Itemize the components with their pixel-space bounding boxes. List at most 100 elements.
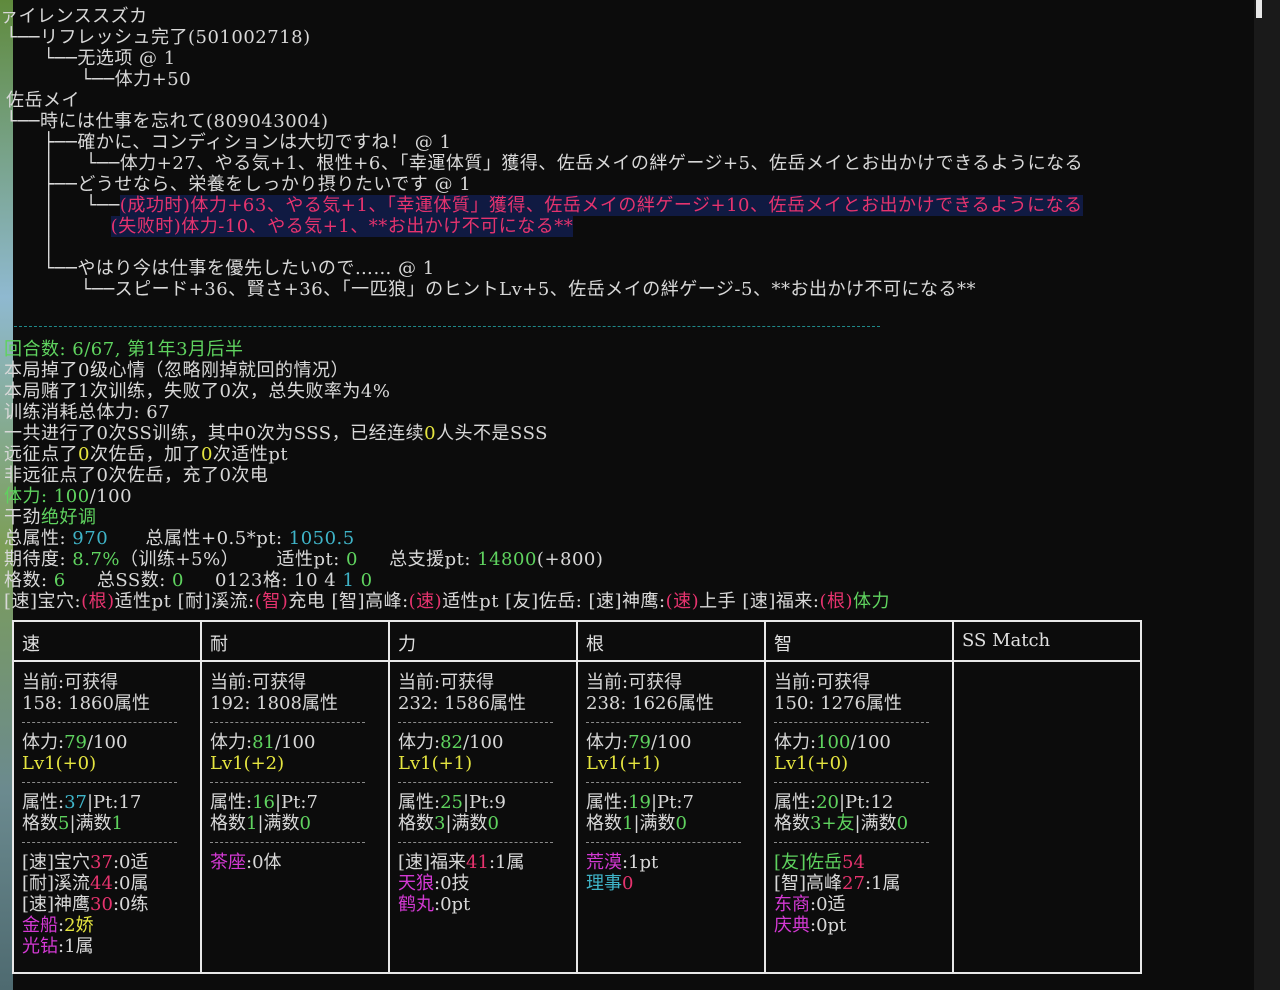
text-segment: │ <box>6 237 55 258</box>
column-header-label: 力 <box>398 634 416 655</box>
text-segment: 1 <box>342 570 355 591</box>
text-segment: └──リフレッシュ完了(501002718) <box>6 27 311 48</box>
text-segment: Lv1(+0) <box>774 753 849 774</box>
cell-divider <box>398 842 553 843</box>
cell-divider <box>22 842 177 843</box>
text-segment: |满数 <box>257 813 300 834</box>
text-segment: |Pt:9 <box>462 792 506 813</box>
text-segment: [速]宝穴 <box>22 852 91 873</box>
text-segment: (智) <box>254 591 289 612</box>
cell-attr-block: 属性:16|Pt:7 格数1|满数0 <box>210 792 388 834</box>
cell-divider <box>210 722 365 723</box>
text-segment: ├──どうせなら、栄養をしっかり摂りたいです @ 1 <box>6 174 472 195</box>
text-segment: (失败时)体力-10、やる気+1、**お出かけ不可になる** <box>110 216 574 237</box>
cell-gain-block: 当前:可获得 158: 1860属性 <box>22 672 200 714</box>
text-segment: 总SS数: <box>65 570 172 591</box>
cell-line: [耐]溪流44:0属 <box>22 873 200 894</box>
cell-gain-block: 当前:可获得 150: 1276属性 <box>774 672 952 714</box>
cell-line: 金船:2娇 <box>22 915 200 936</box>
cell-attr-block: 属性:20|Pt:12 格数3+友|满数0 <box>774 792 952 834</box>
status-line: 本局掉了0级心情（忽略刚掉就回的情况） <box>4 360 349 381</box>
status-line: [速]宝穴:(根)适性pt [耐]溪流:(智)充电 [智]高峰:(速)适性pt … <box>4 591 890 612</box>
text-segment: 79 <box>628 732 651 753</box>
text-segment: (速) <box>665 591 700 612</box>
cell-line: 属性:19|Pt:7 <box>586 792 764 813</box>
cell-line: 232: 1586属性 <box>398 693 576 714</box>
training-cell: 当前:可获得 232: 1586属性 体力:82/100 Lv1(+1) 属性:25|P… <box>388 660 578 974</box>
text-segment: 0123格: 10 4 <box>183 570 343 591</box>
text-segment: 2娇 <box>64 915 94 936</box>
text-segment: 3 <box>434 813 446 834</box>
text-segment: 佐岳メイ <box>6 90 80 111</box>
cell-attr-block: 属性:37|Pt:17 格数5|满数1 <box>22 792 200 834</box>
cell-line: [速]福来41:1属 <box>398 852 576 873</box>
text-segment: 体力: <box>586 732 629 753</box>
text-segment: |Pt:7 <box>274 792 318 813</box>
text-segment: 充电 [智]高峰: <box>288 591 409 612</box>
text-segment: 总属性: <box>4 528 73 549</box>
column-header-label: 智 <box>774 634 792 655</box>
text-segment: [智]高峰 <box>774 873 843 894</box>
text-segment: 0 <box>299 813 311 834</box>
text-segment: (速) <box>408 591 443 612</box>
text-segment: 体力: <box>398 732 441 753</box>
cell-line: 体力:100/100 <box>774 732 952 753</box>
text-segment: Lv1(+1) <box>398 753 473 774</box>
text-segment: [速]福来 <box>398 852 467 873</box>
text-segment: 81 <box>252 732 275 753</box>
text-segment: 79 <box>64 732 87 753</box>
cell-line: [速]宝穴37:0适 <box>22 852 200 873</box>
scrollbar-thumb[interactable] <box>1256 0 1262 18</box>
text-segment: 格数 <box>210 813 246 834</box>
status-line: 本局赌了1次训练，失败了0次，总失败率为4% <box>4 381 390 402</box>
cell-line: 238: 1626属性 <box>586 693 764 714</box>
text-segment: 光钻 <box>22 936 58 957</box>
status-line: 远征点了0次佐岳，加了0次适性pt <box>4 444 288 465</box>
window-scrollbar[interactable] <box>1254 0 1280 990</box>
text-segment: └──やはり今は仕事を優先したいので…… @ 1 <box>6 258 435 279</box>
event-log-line: └──リフレッシュ完了(501002718) <box>6 27 311 48</box>
text-segment: 适性pt [友]佐岳: [速]神鹰: <box>442 591 666 612</box>
text-segment: Lv1(+1) <box>586 753 661 774</box>
text-segment: 荒漠 <box>586 852 622 873</box>
text-segment: 37 <box>90 852 113 873</box>
event-log-line: └──体力+50 <box>6 69 191 90</box>
text-segment: |满数 <box>69 813 112 834</box>
text-segment: 当前:可获得 <box>774 672 871 693</box>
text-segment: └──時には仕事を忘れて(809043004) <box>6 111 329 132</box>
event-log-line: ├──どうせなら、栄養をしっかり摂りたいです @ 1 <box>6 174 471 195</box>
text-segment: 次佐岳，加了 <box>89 444 201 465</box>
status-line: 训练消耗总体力: 67 <box>4 402 170 423</box>
text-segment: 27 <box>842 873 865 894</box>
text-segment: 20 <box>816 792 839 813</box>
cell-divider <box>210 842 365 843</box>
cell-support-block: 荒漠:1pt 理事0 <box>586 852 764 894</box>
text-segment: 16 <box>252 792 275 813</box>
cell-line: 158: 1860属性 <box>22 693 200 714</box>
event-log-line: ├──確かに、コンディションは大切ですね！ @ 1 <box>6 132 451 153</box>
event-log-line: └──時には仕事を忘れて(809043004) <box>6 111 329 132</box>
text-segment: |Pt:7 <box>650 792 694 813</box>
column-header: 耐 <box>200 620 390 662</box>
training-cell: 当前:可获得 238: 1626属性 体力:79/100 Lv1(+1) 属性:19|P… <box>576 660 766 974</box>
text-segment: /100 <box>650 732 692 753</box>
text-segment: 次适性pt <box>212 444 289 465</box>
text-segment: 体力 <box>853 591 891 612</box>
text-segment: 158: 1860属性 <box>22 693 150 714</box>
column-header-label: SS Match <box>962 630 1051 651</box>
text-segment: 100 <box>53 486 90 507</box>
event-log-line: │ (失败时)体力-10、やる気+1、**お出かけ不可になる** <box>6 216 574 237</box>
text-segment: /100 <box>274 732 316 753</box>
text-segment: 1050.5 <box>288 528 355 549</box>
text-segment: 1 <box>111 813 123 834</box>
text-segment: 天狼 <box>398 873 434 894</box>
text-segment: :1属 <box>58 936 94 957</box>
text-segment: :0属 <box>112 873 149 894</box>
text-segment: :0pt <box>810 915 847 936</box>
cell-line: 体力:79/100 <box>586 732 764 753</box>
text-segment: 理事 <box>586 873 622 894</box>
text-segment: :1属 <box>864 873 901 894</box>
text-segment: :0适 <box>112 852 149 873</box>
text-segment: 格数 <box>586 813 622 834</box>
cell-line: 属性:37|Pt:17 <box>22 792 200 813</box>
